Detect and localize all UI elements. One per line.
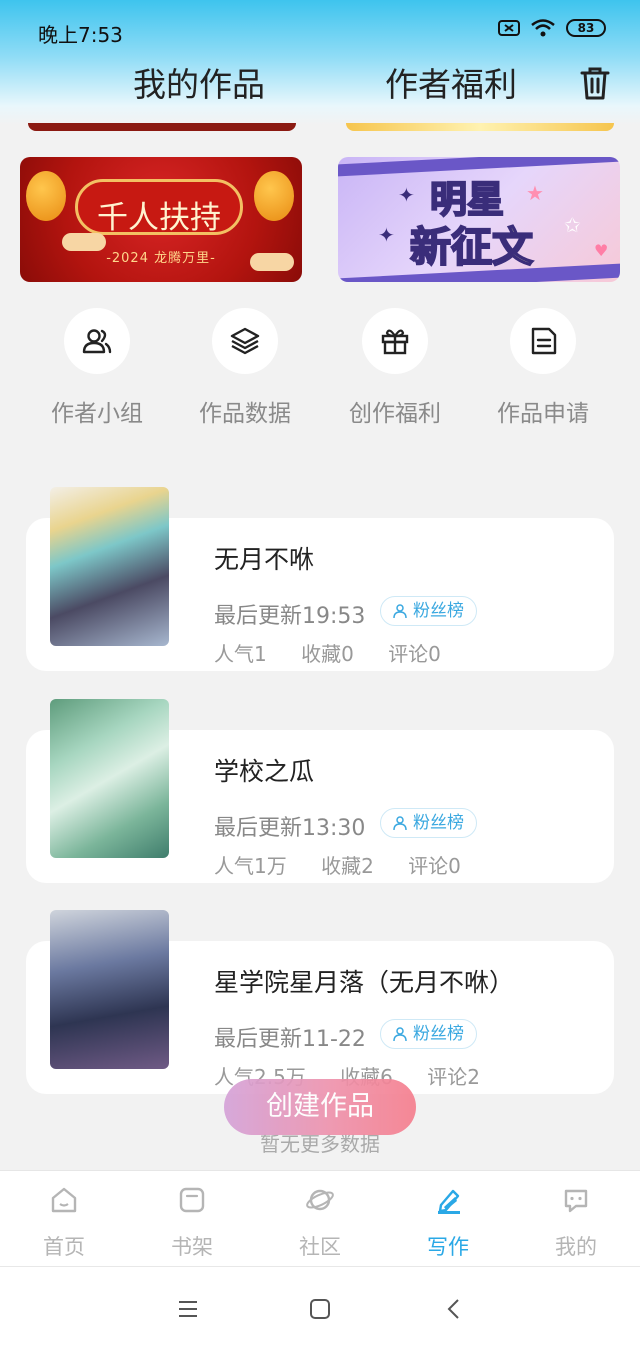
sparkle-icon: ✦ <box>378 223 395 247</box>
gift-icon <box>381 329 409 355</box>
sparkle-icon: ✦ <box>398 183 415 207</box>
status-icons: 83 <box>498 18 606 38</box>
planet-icon <box>306 1189 334 1211</box>
heart-icon: ♥ <box>594 241 609 260</box>
user-icon <box>393 816 407 831</box>
status-bar: 晚上7:53 83 <box>0 0 640 62</box>
tabbar-item-write[interactable]: 写作 <box>384 1185 512 1261</box>
document-icon <box>531 327 557 355</box>
work-cover[interactable] <box>50 910 169 1069</box>
work-stats: 人气1 收藏0 评论0 <box>214 638 469 667</box>
users-icon <box>82 329 112 354</box>
quick-circle <box>212 308 278 374</box>
quick-label: 作品申请 <box>497 401 589 427</box>
work-cover[interactable] <box>50 699 169 858</box>
tabbar-label: 我的 <box>555 1235 597 1259</box>
sim-icon <box>498 20 520 36</box>
tabbar-label: 书架 <box>171 1235 213 1259</box>
banner-strip-left[interactable] <box>28 123 296 131</box>
system-nav-bar <box>0 1266 640 1351</box>
user-icon <box>393 604 407 619</box>
quick-work-data[interactable]: 作品数据 <box>170 308 320 428</box>
work-update-time: 最后更新11-22 <box>214 1027 366 1052</box>
banner-line2: 新征文 <box>409 222 534 272</box>
banner-strip-right[interactable] <box>346 123 614 131</box>
layers-icon <box>230 327 260 355</box>
tabbar-label: 首页 <box>43 1235 85 1259</box>
stat-comments: 评论0 <box>408 854 461 878</box>
quick-label: 创作福利 <box>349 401 441 427</box>
user-icon <box>393 1027 407 1042</box>
banner-plate: 千人扶持 <box>75 179 243 236</box>
battery-icon: 83 <box>566 19 606 37</box>
shooting-star-icon: ★ <box>526 181 544 205</box>
lantern-icon <box>26 171 66 221</box>
back-icon[interactable] <box>442 1297 466 1321</box>
banner-star-contest[interactable]: 明星 新征文 ✦ ✦ ★ ✩ ♥ <box>338 157 620 282</box>
fan-rank-badge[interactable]: 粉丝榜 <box>380 808 477 838</box>
trash-icon[interactable] <box>578 66 612 102</box>
stat-favorites: 收藏0 <box>301 642 354 666</box>
work-update-time: 最后更新19:53 <box>214 604 366 629</box>
stat-comments: 评论2 <box>427 1065 480 1089</box>
bookshelf-icon <box>179 1187 205 1213</box>
tab-author-benefits[interactable]: 作者福利 <box>385 58 517 106</box>
cloud-icon <box>62 233 106 251</box>
work-title: 星学院星月落（无月不咻） <box>214 968 515 997</box>
star-icon: ✩ <box>564 213 581 237</box>
pen-icon <box>438 1189 460 1214</box>
menu-icon[interactable] <box>176 1297 200 1321</box>
home-icon <box>51 1187 77 1213</box>
banner-title: 千人扶持 <box>97 200 221 236</box>
work-title: 无月不咻 <box>214 545 315 574</box>
fan-rank-badge[interactable]: 粉丝榜 <box>380 1019 477 1049</box>
quick-circle <box>64 308 130 374</box>
tab-my-works[interactable]: 我的作品 <box>133 58 265 106</box>
stat-favorites: 收藏2 <box>321 854 374 878</box>
stat-comments: 评论0 <box>388 642 441 666</box>
tabbar-item-home[interactable]: 首页 <box>0 1185 128 1261</box>
quick-label: 作品数据 <box>199 401 291 427</box>
fan-rank-badge[interactable]: 粉丝榜 <box>380 596 477 626</box>
stat-popularity: 人气1万 <box>214 854 287 878</box>
quick-author-group[interactable]: 作者小组 <box>22 308 172 428</box>
work-stats: 人气1万 收藏2 评论0 <box>214 850 489 879</box>
lantern-icon <box>254 171 294 221</box>
chat-icon <box>564 1189 588 1213</box>
stat-popularity: 人气1 <box>214 642 267 666</box>
tabbar-item-bookshelf[interactable]: 书架 <box>128 1185 256 1261</box>
quick-label: 作者小组 <box>51 401 143 427</box>
cloud-icon <box>250 253 294 271</box>
fan-rank-label: 粉丝榜 <box>413 601 464 621</box>
home-square-icon[interactable] <box>308 1297 332 1321</box>
work-title: 学校之瓜 <box>214 757 315 786</box>
work-cover[interactable] <box>50 487 169 646</box>
tabbar-item-mine[interactable]: 我的 <box>512 1185 640 1261</box>
status-time: 晚上7:53 <box>38 23 123 47</box>
fan-rank-label: 粉丝榜 <box>413 1024 464 1044</box>
tabbar-item-community[interactable]: 社区 <box>256 1185 384 1261</box>
quick-circle <box>510 308 576 374</box>
create-work-button[interactable]: 创建作品 <box>224 1079 416 1135</box>
wifi-icon <box>531 19 555 37</box>
work-update-time: 最后更新13:30 <box>214 816 366 841</box>
bottom-tabbar: 首页 书架 社区 写作 我的 <box>0 1170 640 1266</box>
quick-circle <box>362 308 428 374</box>
tabbar-label: 社区 <box>299 1235 341 1259</box>
banner-support[interactable]: 千人扶持 -2024 龙腾万里- <box>20 157 302 282</box>
fan-rank-label: 粉丝榜 <box>413 813 464 833</box>
tabbar-label: 写作 <box>427 1235 469 1259</box>
quick-creation-benefits[interactable]: 创作福利 <box>320 308 470 428</box>
quick-work-apply[interactable]: 作品申请 <box>468 308 618 428</box>
